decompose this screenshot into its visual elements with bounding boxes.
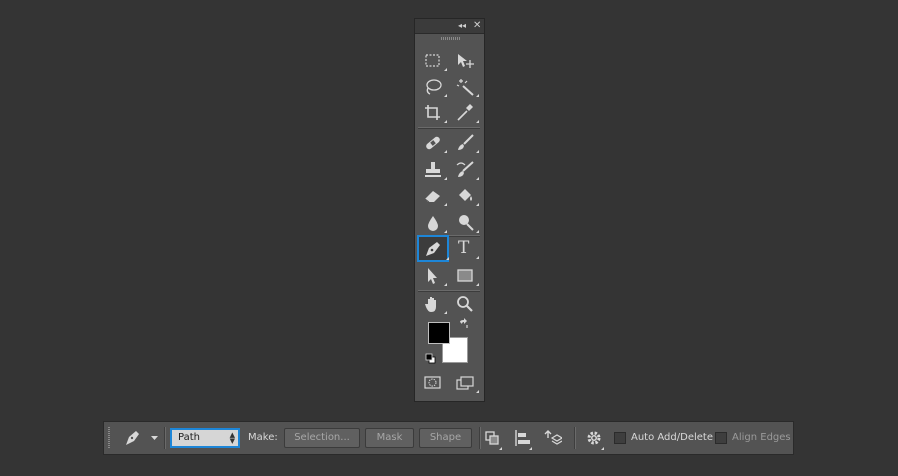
move-tool[interactable] <box>453 51 477 71</box>
history-brush-icon <box>456 161 474 177</box>
options-bar: Path ▲ ▼ Make: Selection... Mask Shape Au… <box>103 421 794 455</box>
make-selection-button[interactable]: Selection... <box>284 428 360 448</box>
options-separator <box>479 427 480 449</box>
chevron-down-icon[interactable] <box>151 436 158 441</box>
eyedropper-icon <box>457 104 473 121</box>
eraser-tool[interactable] <box>421 186 447 206</box>
collapse-panel-icon[interactable]: ◂◂ <box>458 21 466 31</box>
bucket-icon <box>459 189 472 201</box>
healing-brush-tool[interactable] <box>421 133 447 153</box>
arrow-icon <box>428 268 437 284</box>
dodge-tool[interactable] <box>453 213 479 233</box>
eyedropper-tool[interactable] <box>453 103 479 123</box>
tool-mode-value: Path <box>178 432 200 443</box>
tools-separator <box>418 127 480 128</box>
marquee-icon <box>425 54 440 67</box>
align-edges-checkbox[interactable] <box>715 432 727 444</box>
tool-mode-select[interactable]: Path ▲ ▼ <box>170 428 240 448</box>
pen-icon <box>426 242 440 256</box>
path-alignment-button[interactable] <box>514 429 532 447</box>
type-tool[interactable]: T <box>453 238 479 259</box>
options-separator <box>574 427 575 449</box>
default-colors-icon[interactable] <box>425 353 436 364</box>
type-icon: T <box>458 238 470 258</box>
stamp-icon <box>425 162 441 177</box>
path-alignment-icon <box>515 430 530 446</box>
screen-mode-icon <box>456 376 474 390</box>
clone-stamp-tool[interactable] <box>421 160 447 180</box>
brush-tool[interactable] <box>453 133 479 153</box>
close-panel-icon[interactable]: ✕ <box>473 20 481 32</box>
settings-button[interactable] <box>585 429 603 447</box>
path-operations-icon <box>485 431 499 445</box>
auto-add-delete-checkbox[interactable] <box>614 432 626 444</box>
dropdown-triangle <box>601 447 604 450</box>
screen-mode-button[interactable] <box>453 373 479 393</box>
paint-bucket-tool[interactable] <box>453 186 479 206</box>
rectangle-icon <box>457 269 473 282</box>
quick-mask-button[interactable] <box>421 373 445 393</box>
dodge-icon <box>459 215 474 231</box>
options-bar-grip[interactable] <box>108 427 110 449</box>
path-selection-tool[interactable] <box>421 266 447 286</box>
tools-panel-header[interactable]: ◂◂ ✕ <box>415 19 484 34</box>
tool-preset-picker[interactable] <box>124 429 142 447</box>
crop-icon <box>425 105 440 120</box>
blur-tool[interactable] <box>421 213 447 233</box>
dropdown-triangle <box>529 447 532 450</box>
tools-separator <box>418 290 480 291</box>
hand-icon <box>425 297 436 312</box>
panel-grip[interactable] <box>441 37 461 40</box>
quick-mask-icon <box>424 376 441 389</box>
pen-icon <box>126 431 139 445</box>
move-icon <box>458 54 474 68</box>
path-operations-button[interactable] <box>484 429 502 447</box>
path-arrangement-icon <box>544 430 564 445</box>
zoom-icon <box>457 296 473 312</box>
hand-tool[interactable] <box>421 294 447 314</box>
make-mask-button[interactable]: Mask <box>365 428 414 448</box>
drop-icon <box>428 216 438 231</box>
zoom-tool[interactable] <box>453 294 477 314</box>
options-separator <box>164 427 165 449</box>
lasso-icon <box>426 79 442 95</box>
swap-colors-icon[interactable] <box>458 318 470 330</box>
select-arrows-icon: ▲ ▼ <box>229 431 235 445</box>
rectangle-tool[interactable] <box>453 266 479 286</box>
gear-icon <box>587 431 601 445</box>
align-edges-label: Align Edges <box>732 432 791 443</box>
pen-tool[interactable] <box>417 235 449 262</box>
magic-wand-icon <box>456 79 474 96</box>
make-shape-button[interactable]: Shape <box>419 428 472 448</box>
path-arrangement-button[interactable] <box>544 429 564 447</box>
crop-tool[interactable] <box>421 103 447 123</box>
bandage-icon <box>426 136 440 150</box>
foreground-color-swatch[interactable] <box>428 322 450 344</box>
lasso-tool[interactable] <box>421 77 447 97</box>
dropdown-triangle <box>499 447 502 450</box>
eraser-icon <box>424 191 440 203</box>
history-brush-tool[interactable] <box>453 160 479 180</box>
make-label: Make: <box>248 432 278 443</box>
auto-add-delete-label: Auto Add/Delete <box>631 432 713 443</box>
magic-wand-tool[interactable] <box>453 77 479 97</box>
brush-icon <box>458 134 474 150</box>
rectangular-marquee-tool[interactable] <box>421 51 447 71</box>
